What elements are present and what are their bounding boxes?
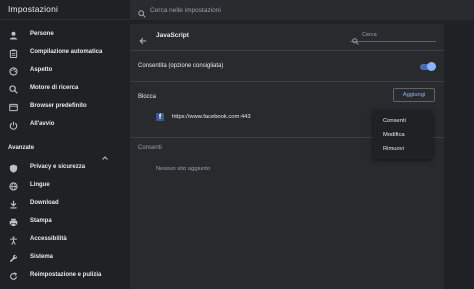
sidebar-item-download[interactable]: Download — [0, 196, 130, 212]
sidebar-item-privacy[interactable]: Privacy e sicurezza — [0, 160, 130, 176]
allow-label: Consentita (opzione consigliata) — [138, 63, 224, 69]
menu-item-rimuovi[interactable]: Rimuovi — [373, 141, 433, 157]
top-bar: Impostazioni — [0, 0, 474, 20]
sidebar-item-label: Privacy e sicurezza — [30, 164, 86, 170]
search-icon — [138, 5, 146, 23]
page-search[interactable] — [350, 29, 436, 45]
sidebar-item-compilazione[interactable]: Compilazione automatica — [0, 45, 130, 61]
advanced-section-label: Avanzate — [8, 145, 35, 151]
app-title: Impostazioni — [8, 4, 59, 14]
browser-icon — [8, 102, 18, 112]
back-arrow-icon[interactable] — [139, 32, 147, 50]
facebook-icon: f — [156, 113, 164, 121]
sidebar-item-sistema[interactable]: Sistema — [0, 250, 130, 266]
divider — [130, 50, 444, 51]
printer-icon — [8, 217, 18, 227]
sidebar-item-lingue[interactable]: Lingue — [0, 178, 130, 194]
sidebar-item-persone[interactable]: Persone — [0, 27, 130, 43]
search-icon — [8, 84, 18, 94]
sidebar-item-label: Stampa — [30, 218, 52, 224]
sidebar-item-label: Sistema — [30, 254, 54, 260]
search-icon — [352, 32, 359, 50]
sidebar-item-all-avvio[interactable]: All'avvio — [0, 117, 130, 133]
person-icon — [8, 30, 18, 40]
shield-icon — [8, 163, 18, 173]
page-search-input[interactable] — [362, 30, 432, 40]
download-icon — [8, 199, 18, 209]
palette-icon — [8, 66, 18, 76]
sidebar-item-label: Compilazione automatica — [30, 49, 103, 55]
power-icon — [8, 120, 18, 130]
no-sites-text: Nessun sito aggiunto — [156, 166, 211, 172]
sidebar-item-label: Lingue — [30, 182, 50, 188]
sidebar-item-label: Reimpostazione e pulizia — [30, 272, 102, 278]
page-title: JavaScript — [156, 32, 189, 39]
clipboard-icon — [8, 48, 18, 58]
accessibility-icon — [8, 235, 18, 245]
sidebar-item-label: All'avvio — [30, 121, 55, 127]
allow-toggle[interactable] — [420, 62, 436, 71]
add-button[interactable]: Aggiungi — [393, 88, 435, 102]
sidebar-item-aspetto[interactable]: Aspetto — [0, 63, 130, 79]
sidebar-item-label: Download — [30, 200, 59, 206]
sidebar-item-label: Aspetto — [30, 67, 53, 73]
sidebar-item-motore-ricerca[interactable]: Motore di ricerca — [0, 81, 130, 97]
sidebar: Persone Compilazione automatica Aspetto … — [0, 21, 130, 289]
toggle-knob — [427, 62, 436, 71]
blocked-site-row[interactable]: f https://www.facebook.com:443 — [156, 113, 356, 123]
reset-icon — [8, 271, 18, 281]
block-section-label: Blocca — [138, 94, 157, 100]
sidebar-item-browser-predefinito[interactable]: Browser predefinito — [0, 99, 130, 115]
allow-section-label: Consenti — [138, 145, 162, 151]
divider — [130, 81, 444, 82]
sidebar-item-label: Persone — [30, 31, 54, 37]
settings-search-bar[interactable] — [130, 0, 474, 20]
context-menu: Consenti Modifica Rimuovi — [373, 111, 433, 159]
wrench-icon — [8, 253, 18, 263]
sidebar-item-reimpostazione[interactable]: Reimpostazione e pulizia — [0, 268, 130, 284]
sidebar-item-stampa[interactable]: Stampa — [0, 214, 130, 230]
sidebar-item-label: Accessibilità — [30, 236, 67, 242]
site-url: https://www.facebook.com:443 — [172, 114, 251, 120]
sidebar-item-label: Browser predefinito — [30, 103, 87, 109]
sidebar-item-label: Motore di ricerca — [30, 85, 79, 91]
advanced-section-toggle[interactable]: Avanzate — [8, 144, 118, 160]
settings-search-input[interactable] — [150, 3, 450, 17]
scrollbar[interactable] — [466, 24, 474, 289]
sidebar-item-accessibilita[interactable]: Accessibilità — [0, 232, 130, 248]
globe-icon — [8, 181, 18, 191]
